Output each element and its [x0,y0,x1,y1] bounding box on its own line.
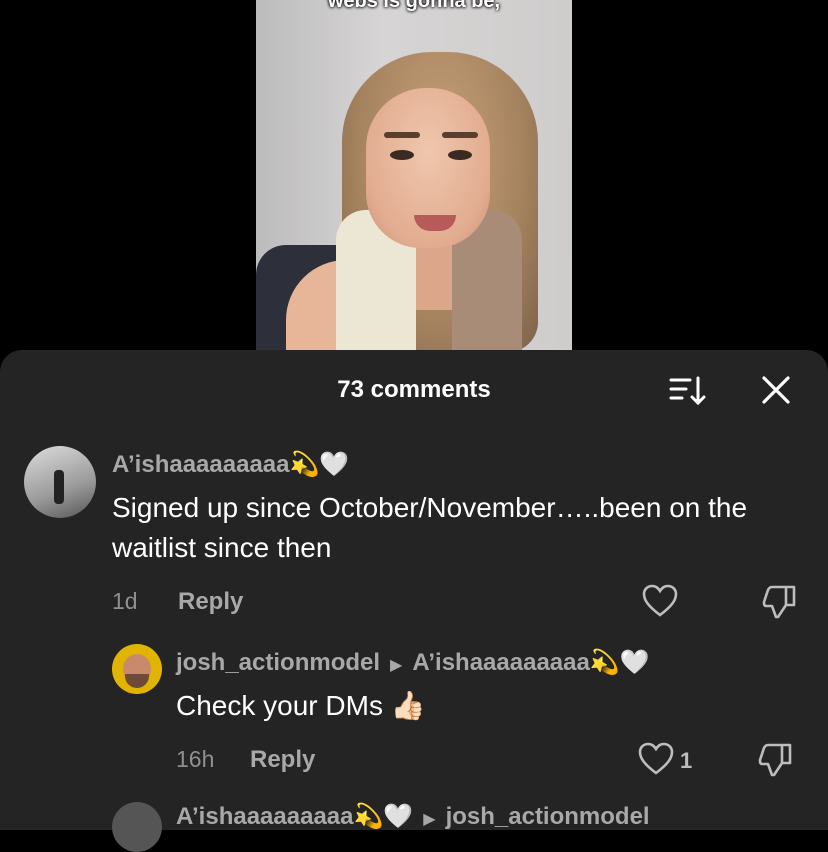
reply-header: josh_actionmodel ▶ A’ishaaaaaaaaa💫🤍 [176,648,650,677]
comment-time: 1d [112,588,138,614]
comments-sheet: 73 comments A’ishaaaaaaaaa💫🤍 Signed up s… [0,350,828,852]
reply-button[interactable]: Reply [250,746,315,774]
eye-right [448,150,472,160]
like-count: 1 [680,748,693,773]
comment-text: Signed up since October/November…..been … [112,492,748,563]
comment-time: 16h [176,746,215,772]
sort-icon[interactable] [668,374,708,408]
caret-right-icon: ▶ [423,811,436,828]
comment-username[interactable]: A’ishaaaaaaaaa💫🤍 [112,450,349,479]
heart-icon[interactable] [638,742,674,781]
eyebrow-left [384,132,420,138]
eyebrow-right [442,132,478,138]
caret-right-icon: ▶ [390,657,403,674]
avatar[interactable] [112,644,162,694]
dislike-icon[interactable] [762,584,798,625]
video-player[interactable]: webs is gonna be, [256,0,572,360]
reply-button[interactable]: Reply [178,588,243,616]
reply-header: A’ishaaaaaaaaa💫🤍 ▶ josh_actionmodel [176,802,650,831]
reply-to-username[interactable]: josh_actionmodel [446,803,650,830]
comment-username[interactable]: A’ishaaaaaaaaa💫🤍 [176,803,413,830]
close-icon[interactable] [758,374,794,408]
comment-username[interactable]: josh_actionmodel [176,649,380,676]
avatar[interactable] [112,802,162,852]
dislike-icon[interactable] [758,742,794,783]
reply-to-username[interactable]: A’ishaaaaaaaaa💫🤍 [412,649,649,676]
avatar[interactable] [24,446,96,518]
comment-text: Check your DMs 👍🏻 [176,690,426,721]
video-caption: webs is gonna be, [327,0,501,12]
eye-left [390,150,414,160]
heart-icon[interactable] [642,584,678,623]
